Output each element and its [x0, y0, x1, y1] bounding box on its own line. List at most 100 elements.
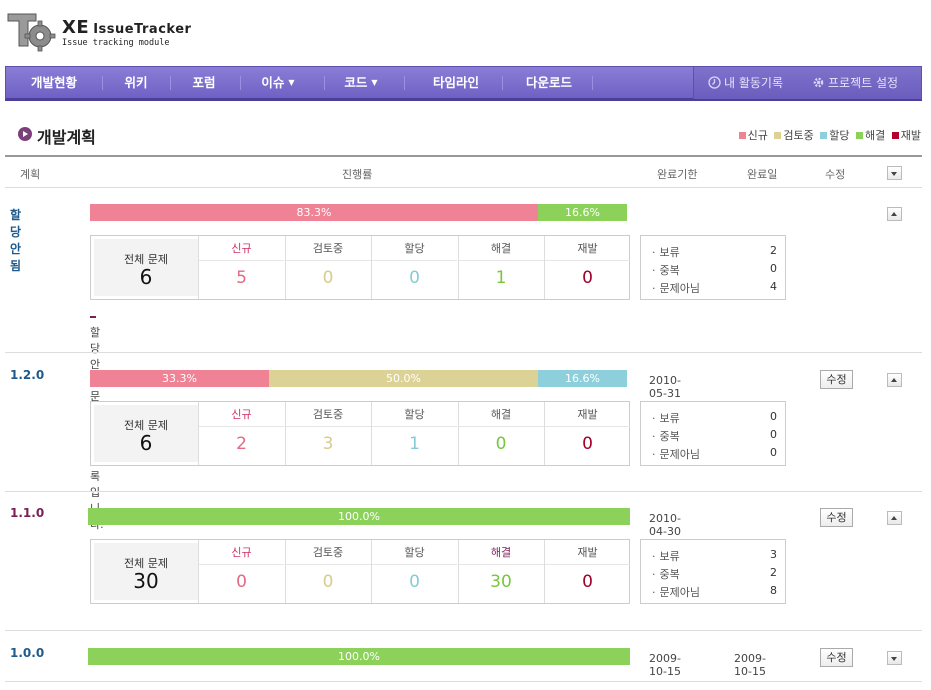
stat-divider [458, 564, 544, 565]
extra-stat-duplicate[interactable]: · 중복 2 [652, 566, 777, 582]
stat-count[interactable]: 0 [372, 572, 457, 592]
stat-count[interactable]: 30 [459, 572, 544, 592]
total-issues-cell: 전체 문제 6 [94, 405, 198, 462]
bullet: · [652, 430, 656, 443]
progress-bar: 83.3% 16.6% [90, 204, 628, 221]
bullet: · [652, 568, 656, 581]
nav-item-label: 다운로드 [525, 75, 572, 90]
header-due-date: 완료기한 [657, 168, 698, 181]
extra-stat-duplicate[interactable]: · 중복 0 [652, 428, 777, 444]
extra-stat-not_issue[interactable]: · 문제아님 4 [652, 280, 777, 296]
extra-stat-count: 8 [770, 584, 777, 597]
bullet: · [652, 586, 656, 599]
expand-button[interactable] [887, 651, 902, 665]
collapse-button[interactable] [887, 207, 902, 221]
logo[interactable]: XE IssueTracker Issue tracking module [6, 12, 191, 52]
extra-stat-not_issue[interactable]: · 문제아님 8 [652, 584, 777, 600]
stat-count[interactable]: 0 [545, 434, 630, 454]
plan-name[interactable]: 할당 안됨 [10, 206, 21, 274]
stat-count[interactable]: 5 [199, 268, 284, 288]
nav-item-forum[interactable]: 포럼 [182, 67, 226, 99]
extra-stat-label: 문제아님 [659, 586, 700, 599]
nav-item-label: 이슈 [261, 75, 285, 90]
stat-count[interactable]: 0 [545, 572, 630, 592]
edit-button[interactable]: 수정 [820, 370, 853, 389]
legend-swatch-reopened [891, 132, 899, 139]
my-activity-link[interactable]: 내 활동기록 [708, 67, 783, 99]
nav-item-code[interactable]: 코드 ▼ [336, 67, 386, 99]
expand-all-button[interactable] [887, 166, 902, 180]
dash-bullet [90, 316, 96, 318]
extra-stats: · 보류 3 · 중복 2 · 문제아님 8 [640, 539, 786, 604]
status-legend: 신규 검토중 할당 해결 재발 [736, 127, 921, 143]
collapse-button[interactable] [887, 511, 902, 525]
stat-label: 해결 [490, 408, 512, 421]
stat-count[interactable]: 0 [199, 572, 284, 592]
stat-count[interactable]: 2 [199, 434, 284, 454]
plan-name[interactable]: 1.2.0 [10, 368, 44, 382]
extra-stat-label: 중복 [659, 264, 680, 277]
due-date: 2010-04-30 [649, 512, 681, 538]
plan-name[interactable]: 1.1.0 [10, 506, 44, 520]
stat-count[interactable]: 3 [286, 434, 371, 454]
stat-divider [199, 564, 284, 565]
logo-brand: XE [62, 17, 90, 38]
stat-assigned: 할당 1 [371, 402, 457, 465]
row-divider [5, 630, 922, 631]
extra-stat-label: 보류 [659, 246, 680, 259]
my-activity-label: 내 활동기록 [724, 76, 784, 90]
extra-stat-count: 2 [770, 566, 777, 579]
extra-stat-not_issue[interactable]: · 문제아님 0 [652, 446, 777, 462]
extra-stat-hold[interactable]: · 보류 2 [652, 244, 777, 260]
chevron-down-icon: ▼ [288, 78, 295, 87]
stat-divider [285, 426, 371, 427]
main-nav: 개발현황 위키 포럼 이슈 ▼ 코드 ▼ 타임라인 다운로드 내 활동기록 프로젝트… [5, 66, 922, 101]
plan-name[interactable]: 1.0.0 [10, 646, 44, 660]
collapse-button[interactable] [887, 373, 902, 387]
total-issues-count[interactable]: 30 [94, 569, 198, 593]
table-header: 계획 진행률 완료기한 완료일 수정 [5, 155, 922, 188]
nav-divider [102, 76, 103, 90]
total-issues-count[interactable]: 6 [94, 265, 198, 289]
nav-item-dev-status[interactable]: 개발현황 [18, 67, 90, 99]
stat-count[interactable]: 0 [286, 572, 371, 592]
extra-stat-duplicate[interactable]: · 중복 0 [652, 262, 777, 278]
nav-item-download[interactable]: 다운로드 [512, 67, 586, 99]
stat-divider [199, 426, 284, 427]
row-divider [5, 491, 922, 492]
due-date: 2010-05-31 [649, 374, 681, 400]
nav-item-issues[interactable]: 이슈 ▼ [252, 67, 304, 99]
page-title: 개발계획 [37, 128, 96, 147]
stat-label: 재발 [577, 242, 598, 255]
stat-divider [545, 426, 630, 427]
total-issues-count[interactable]: 6 [94, 431, 198, 455]
stat-reopened: 재발 0 [544, 402, 630, 465]
nav-item-timeline[interactable]: 타임라인 [416, 67, 496, 99]
project-settings-link[interactable]: 프로젝트 설정 [812, 67, 898, 99]
extra-stat-count: 0 [770, 410, 777, 423]
extra-stat-hold[interactable]: · 보류 3 [652, 548, 777, 564]
extra-stat-hold[interactable]: · 보류 0 [652, 410, 777, 426]
progress-bar: 33.3% 50.0% 16.6% [90, 370, 628, 387]
nav-item-wiki[interactable]: 위키 [114, 67, 158, 99]
stat-count[interactable]: 0 [286, 268, 371, 288]
edit-button[interactable]: 수정 [820, 648, 853, 667]
bullet: · [652, 246, 656, 259]
project-settings-label: 프로젝트 설정 [828, 76, 899, 90]
stat-resolved: 해결 0 [457, 402, 544, 465]
stat-count[interactable]: 1 [459, 268, 544, 288]
stat-label: 할당 [404, 408, 425, 421]
stat-reopened: 재발 0 [544, 236, 630, 299]
stat-count[interactable]: 0 [459, 434, 544, 454]
edit-button[interactable]: 수정 [820, 508, 853, 527]
stat-new: 신규 2 [198, 402, 284, 465]
stat-label: 신규 [231, 408, 252, 421]
stat-count[interactable]: 0 [545, 268, 630, 288]
stat-count[interactable]: 1 [372, 434, 457, 454]
progress-segment-resolved: 16.6% [538, 204, 627, 221]
stat-label: 재발 [577, 546, 598, 559]
nav-divider [502, 76, 503, 90]
chevron-down-icon: ▼ [371, 78, 378, 87]
stat-count[interactable]: 0 [372, 268, 457, 288]
row-divider [5, 352, 922, 353]
